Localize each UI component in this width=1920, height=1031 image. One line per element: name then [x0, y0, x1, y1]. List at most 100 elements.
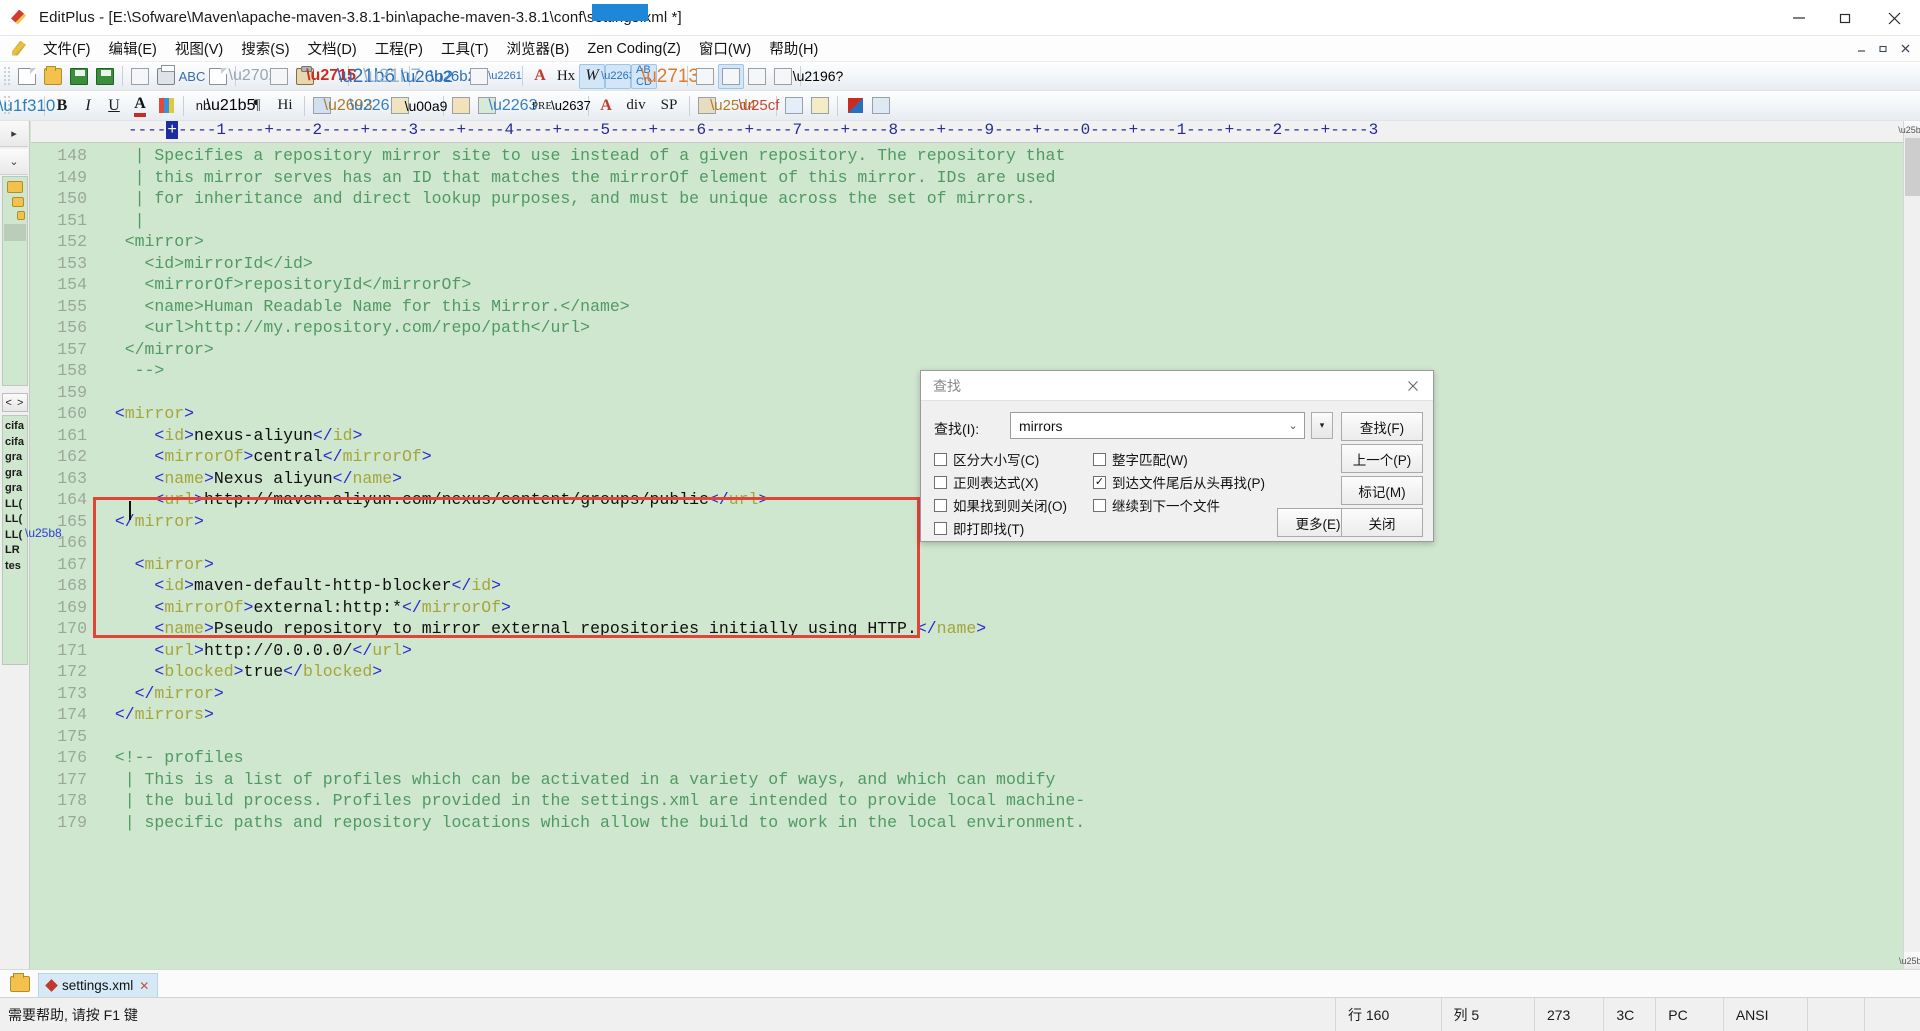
find-combobox[interactable]: ⌄ — [1010, 412, 1305, 439]
minimize-icon[interactable] — [1776, 0, 1822, 36]
code-line[interactable]: | this mirror serves has an ID that matc… — [95, 167, 1903, 189]
color-palette-icon[interactable] — [153, 93, 179, 118]
css-color-icon[interactable]: \u25cf — [746, 93, 772, 118]
list-item[interactable]: cifa — [3, 435, 27, 451]
checkbox-close-on-found[interactable]: 如果找到则关闭(O) — [934, 495, 1067, 515]
checkbox-box[interactable] — [934, 522, 947, 535]
line-break-icon[interactable]: \u21b5 — [218, 93, 244, 118]
list-icon[interactable]: \u2637 — [558, 93, 584, 118]
tab-settings-xml[interactable]: settings.xml ✕ — [38, 973, 158, 997]
find-dialog-close-icon[interactable] — [1399, 374, 1427, 398]
line-numbers-icon[interactable]: \u2261 — [492, 64, 518, 89]
list-item[interactable]: cifa — [3, 419, 27, 435]
checkbox-box[interactable] — [934, 476, 947, 489]
document-selector-icon[interactable] — [692, 64, 718, 89]
dock-selected-item[interactable] — [4, 224, 26, 241]
checkbox-regex[interactable]: 正则表达式(X) — [934, 472, 1039, 492]
menu-item-edit[interactable]: 编辑(E) — [100, 36, 166, 61]
folder-icon[interactable] — [12, 197, 24, 207]
menu-item-project[interactable]: 工程(P) — [366, 36, 432, 61]
color-picker-icon[interactable] — [842, 93, 868, 118]
maximize-icon[interactable] — [1822, 0, 1868, 36]
mdi-restore-icon[interactable] — [1872, 39, 1894, 58]
font-icon[interactable]: A — [527, 64, 553, 89]
menu-item-file[interactable]: 文件(F) — [34, 36, 100, 61]
div-icon[interactable]: div — [619, 93, 653, 118]
browser-preview-icon[interactable] — [205, 64, 231, 89]
code-line[interactable]: | Specifies a repository mirror site to … — [95, 145, 1903, 167]
split-window-icon[interactable] — [718, 64, 744, 89]
code-line[interactable]: <id>mirrorId</id> — [95, 253, 1903, 275]
checkbox-next-file[interactable]: 继续到下一个文件 — [1093, 495, 1220, 515]
table-icon[interactable] — [448, 93, 474, 118]
code-line[interactable]: <mirror> — [95, 231, 1903, 253]
form-list-icon[interactable] — [807, 93, 833, 118]
search-input[interactable] — [1017, 417, 1282, 435]
code-line[interactable]: <!-- profiles — [95, 747, 1903, 769]
code-line[interactable]: | for inheritance and direct lookup purp… — [95, 188, 1903, 210]
font-color-icon[interactable]: A — [127, 93, 153, 118]
dock-directory-panel[interactable] — [2, 176, 28, 386]
code-line[interactable]: <url>http://0.0.0.0/</url> — [95, 640, 1903, 662]
previous-button[interactable]: 上一个(P) — [1341, 444, 1423, 473]
folder-icon[interactable] — [17, 211, 25, 220]
save-icon[interactable] — [66, 64, 92, 89]
replace-icon[interactable]: \u26b2 — [440, 64, 466, 89]
dock-nav-arrows[interactable]: < > — [2, 393, 28, 412]
list-item[interactable]: gra — [3, 481, 27, 497]
help-pointer-icon[interactable]: \u2196? — [805, 64, 831, 89]
frame-icon[interactable] — [868, 93, 894, 118]
checkbox-box[interactable] — [1093, 453, 1106, 466]
list-item[interactable]: LL( — [3, 528, 27, 544]
list-item[interactable]: gra — [3, 450, 27, 466]
code-line[interactable]: </mirror> — [95, 683, 1903, 705]
mark-button[interactable]: 标记(M) — [1341, 476, 1423, 505]
checkbox-match-case[interactable]: 区分大小写(C) — [934, 449, 1039, 469]
italic-icon[interactable]: I — [75, 93, 101, 118]
open-file-icon[interactable] — [40, 64, 66, 89]
cut-icon[interactable]: \u2702 — [240, 64, 266, 89]
new-file-icon[interactable] — [14, 64, 40, 89]
vertical-scrollbar[interactable]: \u25b2 \u25bc — [1903, 121, 1920, 969]
tab-close-icon[interactable]: ✕ — [139, 979, 149, 993]
find-button[interactable]: 查找(F) — [1341, 412, 1423, 441]
hex-icon[interactable]: Hx — [553, 64, 579, 89]
code-line[interactable]: <id>maven-default-http-blocker</id> — [95, 575, 1903, 597]
code-line[interactable]: <name>Pseudo repository to mirror extern… — [95, 618, 1903, 640]
code-line[interactable]: | This is a list of profiles which can b… — [95, 769, 1903, 791]
dock-expand-button[interactable]: ▸ — [0, 121, 28, 147]
print-preview-icon[interactable] — [127, 64, 153, 89]
scrollbar-thumb[interactable] — [1905, 138, 1920, 196]
menu-item-zencoding[interactable]: Zen Coding(Z) — [578, 39, 689, 59]
code-line[interactable]: <mirror> — [95, 554, 1903, 576]
underline-icon[interactable]: U — [101, 93, 127, 118]
close-icon[interactable] — [1868, 0, 1920, 36]
mdi-close-icon[interactable] — [1894, 39, 1916, 58]
clip-library-icon[interactable] — [744, 64, 770, 89]
checkbox-box[interactable] — [934, 499, 947, 512]
menu-item-view[interactable]: 视图(V) — [166, 36, 232, 61]
list-item[interactable]: LR — [3, 543, 27, 559]
code-line[interactable] — [95, 726, 1903, 748]
checkbox-box[interactable] — [1093, 499, 1106, 512]
toolbar-grip[interactable] — [3, 66, 12, 87]
copyright-icon[interactable]: \u00a9 — [413, 93, 439, 118]
code-line[interactable]: <name>Human Readable Name for this Mirro… — [95, 296, 1903, 318]
menu-item-window[interactable]: 窗口(W) — [690, 36, 760, 61]
checkbox-wrap-around[interactable]: ✓ 到达文件尾后从头再找(P) — [1093, 472, 1265, 492]
paragraph-icon[interactable]: ¶ — [244, 93, 270, 118]
chevron-down-icon[interactable]: ⌄ — [1282, 419, 1304, 432]
code-line[interactable]: <mirrorOf>external:http:*</mirrorOf> — [95, 597, 1903, 619]
code-line[interactable]: </mirrors> — [95, 704, 1903, 726]
folder-icon[interactable] — [7, 181, 23, 193]
dock-file-list[interactable]: cifa cifa gra gra gra LL( LL( LL( LR tes — [2, 415, 28, 665]
form-icon[interactable] — [781, 93, 807, 118]
list-item[interactable]: gra — [3, 466, 27, 482]
table-align-icon[interactable]: \u2263 — [500, 93, 526, 118]
code-line[interactable]: <blocked>true</blocked> — [95, 661, 1903, 683]
copy-icon[interactable] — [266, 64, 292, 89]
scroll-down-icon[interactable]: \u25bc — [1904, 952, 1920, 969]
menu-item-document[interactable]: 文档(D) — [299, 36, 366, 61]
dock-collapse-button[interactable]: ⌄ — [0, 149, 28, 175]
checkbox-box[interactable] — [934, 453, 947, 466]
